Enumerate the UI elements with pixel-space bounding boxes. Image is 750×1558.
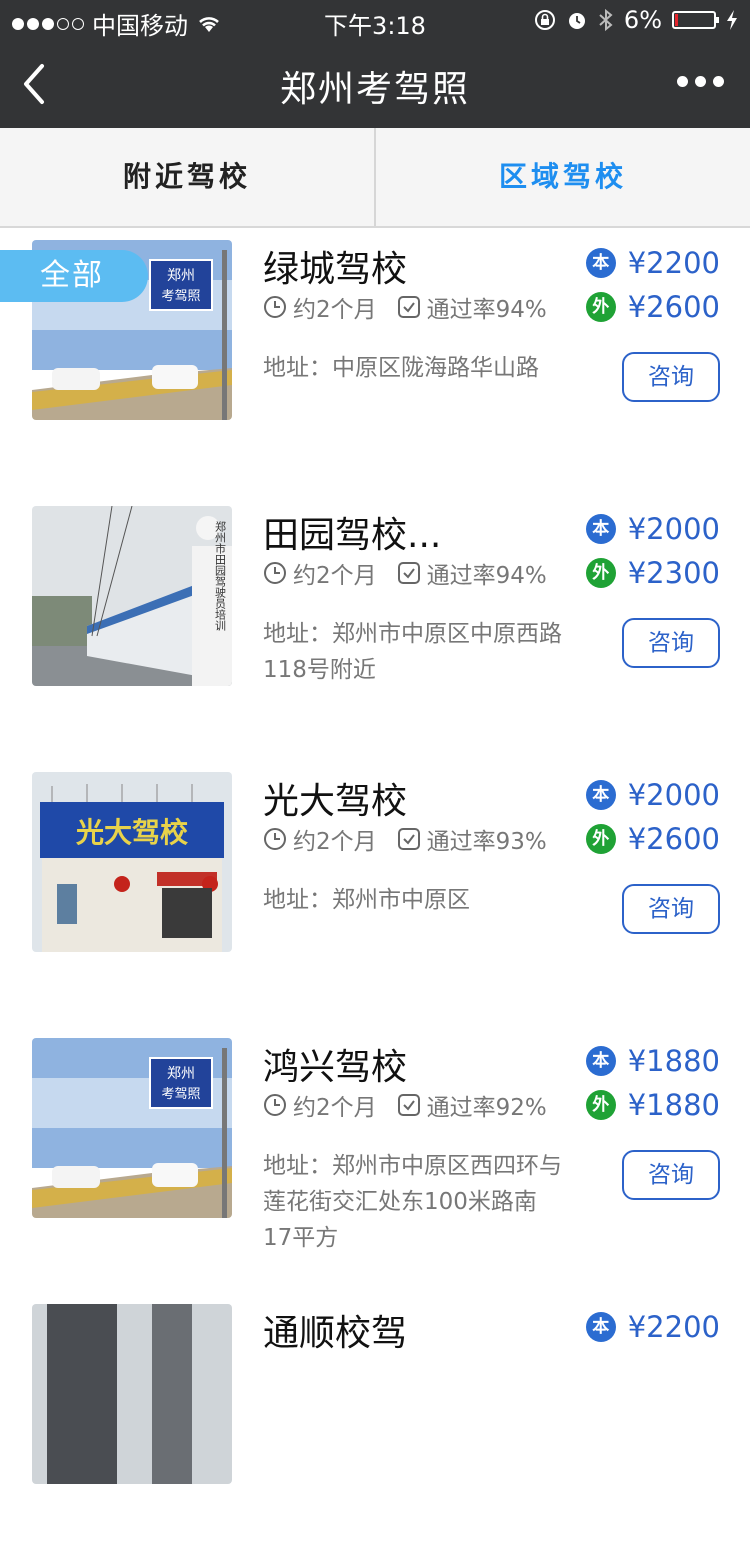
school-name: 绿城驾校 (263, 249, 408, 290)
outside-badge: 外 (585, 824, 616, 854)
outside-badge: 外 (585, 1090, 616, 1120)
tab-nearby-schools[interactable]: 附近驾校 (0, 128, 374, 226)
school-address: 地址：中原区陇海路华山路 (263, 355, 539, 381)
school-photo (32, 1304, 232, 1484)
outside-price: ¥2300 (627, 556, 720, 590)
consult-button[interactable]: 咨询 (622, 884, 720, 934)
training-duration: 约2个月 (293, 1095, 377, 1121)
local-price-row: 本 ¥1880 (585, 1044, 720, 1078)
school-photo: 郑州 考驾照 (32, 1038, 232, 1218)
outside-price-row: 外 ¥1880 (585, 1088, 720, 1122)
pass-rate: 通过率92% (426, 1095, 547, 1121)
checkbox-icon (397, 296, 420, 318)
outside-price-row: 外 ¥2600 (585, 822, 720, 856)
svg-text:光大驾校: 光大驾校 (75, 816, 189, 849)
outside-price: ¥2600 (627, 290, 720, 324)
school-photo: 光大驾校 (32, 772, 232, 952)
checkbox-icon (397, 828, 420, 850)
more-options-icon[interactable] (677, 76, 724, 87)
school-meta: 约2个月 通过率94% (263, 290, 547, 324)
clock-icon (264, 296, 286, 318)
outside-price-row: 外 ¥2600 (585, 290, 720, 324)
checkbox-icon (397, 562, 420, 584)
local-price: ¥2200 (627, 1310, 720, 1344)
pass-rate: 通过率93% (426, 829, 547, 855)
outside-price-row: 外 ¥2300 (585, 556, 720, 590)
school-name: 鸿兴驾校 (263, 1047, 408, 1088)
bluetooth-icon (599, 8, 613, 32)
local-price: ¥1880 (627, 1044, 720, 1078)
pass-rate: 通过率94% (426, 297, 547, 323)
local-badge: 本 (585, 514, 616, 544)
status-bar: 中国移动 下午3:18 6% (0, 0, 750, 40)
outside-badge: 外 (585, 292, 616, 322)
local-price: ¥2000 (627, 778, 720, 812)
school-name: 光大驾校 (263, 781, 408, 822)
local-badge: 本 (585, 248, 616, 278)
consult-button[interactable]: 咨询 (622, 1150, 720, 1200)
school-name: 田园驾校... (263, 515, 442, 556)
school-list-item[interactable]: 通顺校驾 本 ¥2200 (0, 1292, 750, 1558)
checkbox-icon (397, 1094, 420, 1116)
clock-icon (264, 562, 286, 584)
local-price: ¥2000 (627, 512, 720, 546)
local-price-row: 本 ¥2200 (585, 246, 720, 280)
school-address: 地址：郑州市中原区中原西路118号附近 (263, 621, 562, 683)
consult-button[interactable]: 咨询 (622, 618, 720, 668)
local-price-row: 本 ¥2000 (585, 512, 720, 546)
school-meta: 约2个月 通过率94% (263, 556, 547, 590)
school-meta: 约2个月 通过率92% (263, 1088, 547, 1122)
outside-badge: 外 (585, 558, 616, 588)
page-title: 郑州考驾照 (279, 69, 470, 110)
school-name: 通顺校驾 (263, 1313, 408, 1354)
consult-button[interactable]: 咨询 (622, 352, 720, 402)
svg-text:郑州: 郑州 (167, 1066, 195, 1082)
local-badge: 本 (585, 1312, 616, 1342)
school-list-item[interactable]: 郑州 考驾照 鸿兴驾校 约2个月 通过率92% 地址：郑州市中原区西四环与莲花街… (0, 1026, 750, 1292)
tab-bar: 附近驾校 区域驾校 (0, 128, 750, 228)
local-badge: 本 (585, 780, 616, 810)
school-address: 地址：郑州市中原区 (263, 887, 470, 913)
all-filter-tag[interactable]: 全部 (0, 250, 148, 302)
clock-icon (264, 828, 286, 850)
tab-regional-schools[interactable]: 区域驾校 (376, 128, 750, 226)
school-list-item[interactable]: 郑州市田园驾驶员培训 田园驾校... 约2个月 通过率94% 地址：郑州市中原区… (0, 494, 750, 760)
outside-price: ¥1880 (627, 1088, 720, 1122)
school-list: 郑州 考驾照 绿城驾校 约2个月 通过率94% 地址：中原区陇海路华山路 本 ¥… (0, 228, 750, 1558)
clock-icon (264, 1094, 286, 1116)
battery-icon (672, 11, 719, 29)
rotation-lock-icon (534, 10, 555, 30)
charging-icon (727, 10, 737, 30)
navigation-bar: 郑州考驾照 (0, 40, 750, 128)
school-list-item[interactable]: 光大驾校 光大驾校 约2个月 通过率93% 地址：郑州市中原区 本 ¥2000 … (0, 760, 750, 1026)
training-duration: 约2个月 (293, 829, 377, 855)
school-meta: 约2个月 通过率93% (263, 822, 547, 856)
alarm-icon (568, 13, 585, 29)
battery-percent: 6% (623, 6, 662, 34)
local-price: ¥2200 (627, 246, 720, 280)
local-badge: 本 (585, 1046, 616, 1076)
training-duration: 约2个月 (293, 297, 377, 323)
svg-text:考驾照: 考驾照 (161, 1087, 200, 1102)
pass-rate: 通过率94% (426, 563, 547, 589)
local-price-row: 本 ¥2200 (585, 1310, 720, 1344)
training-duration: 约2个月 (293, 563, 377, 589)
svg-text:郑州市田园驾驶员培训: 郑州市田园驾驶员培训 (214, 520, 227, 632)
svg-text:考驾照: 考驾照 (161, 289, 200, 304)
svg-text:郑州: 郑州 (167, 268, 195, 284)
school-address: 地址：郑州市中原区西四环与莲花街交汇处东100米路南17平方 (263, 1153, 562, 1251)
outside-price: ¥2600 (627, 822, 720, 856)
school-photo: 郑州市田园驾驶员培训 (32, 506, 232, 686)
local-price-row: 本 ¥2000 (585, 778, 720, 812)
